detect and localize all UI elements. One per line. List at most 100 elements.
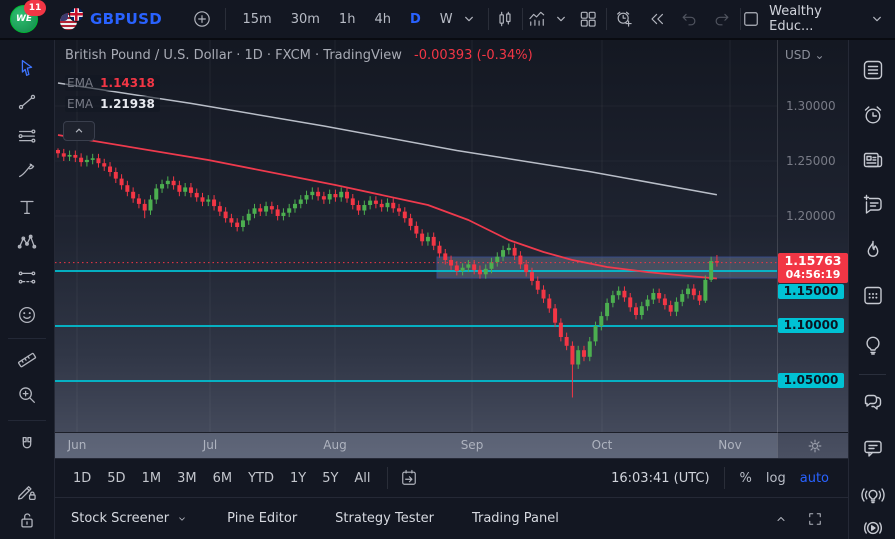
account-chevron-down-icon xyxy=(867,9,887,29)
bottom-tab-trading-panel[interactable]: Trading Panel xyxy=(472,511,559,526)
timeframe-button-d[interactable]: D xyxy=(408,8,423,31)
bar-countdown: 04:56:19 xyxy=(780,268,846,282)
range-button-ytd[interactable]: YTD xyxy=(242,468,280,489)
price-chart[interactable] xyxy=(55,40,848,458)
divider xyxy=(488,8,489,30)
time-scale[interactable]: JunJulAugSepOctNov xyxy=(55,432,777,458)
tool-projection-icon[interactable] xyxy=(8,261,46,295)
log-scale-button[interactable]: log xyxy=(759,468,793,489)
tool-trend-line-icon[interactable] xyxy=(8,85,46,119)
timeframe-button-15m[interactable]: 15m xyxy=(240,8,273,31)
percent-scale-button[interactable]: % xyxy=(733,468,759,489)
layout-account-menu[interactable]: Wealthy Educ... xyxy=(741,4,895,34)
sidebar-news-icon[interactable] xyxy=(858,145,888,175)
app-logo[interactable]: WE 11 xyxy=(10,5,38,33)
toolbar-divider xyxy=(8,338,46,339)
panel-fullscreen-icon[interactable] xyxy=(806,510,824,528)
symbol-compare-add-icon[interactable] xyxy=(188,4,216,34)
go-to-date-icon[interactable] xyxy=(394,463,424,493)
sidebar-live-icon[interactable] xyxy=(858,513,888,539)
sidebar-text-notes-icon[interactable] xyxy=(858,190,888,220)
top-toolbar: WE 11 GBPUSD 15m 30m 1h 4h DW Wealthy Educ..… xyxy=(0,0,895,40)
tool-text-icon[interactable] xyxy=(8,190,46,224)
divider xyxy=(387,467,388,489)
sidebar-streams-icon[interactable] xyxy=(858,480,888,510)
price-scale[interactable]: USD ⌄ 1.300001.250001.200001.150001.1000… xyxy=(777,40,848,432)
auto-scale-button[interactable]: auto xyxy=(793,468,836,489)
sidebar-dialogs-icon[interactable] xyxy=(858,433,888,463)
sidebar-watchlist-icon[interactable] xyxy=(858,55,888,85)
tool-emoji-icon[interactable] xyxy=(8,298,46,332)
divider xyxy=(724,467,725,489)
tradingview-app: WE 11 GBPUSD 15m 30m 1h 4h DW Wealthy Educ..… xyxy=(0,0,895,539)
bottom-tab-pine-editor[interactable]: Pine Editor xyxy=(227,511,297,526)
time-axis-month-label: Nov xyxy=(718,438,741,452)
tool-magnet-icon[interactable] xyxy=(8,428,46,462)
drawing-toolbar xyxy=(0,40,55,539)
level-price-label[interactable]: 1.10000 xyxy=(778,318,844,333)
tool-zoom-in-icon[interactable] xyxy=(8,378,46,412)
range-button-6m[interactable]: 6M xyxy=(207,468,239,489)
range-button-1y[interactable]: 1Y xyxy=(284,468,312,489)
chart-pane: British Pound / U.S. Dollar · 1D · FXCM … xyxy=(55,40,848,458)
level-price-label[interactable]: 1.05000 xyxy=(778,373,844,388)
create-alert-icon[interactable] xyxy=(610,4,638,34)
indicator-legend-ema-slow[interactable]: EMA1.21938 xyxy=(65,96,160,112)
range-button-1m[interactable]: 1M xyxy=(136,468,168,489)
timeframe-button-w[interactable]: W xyxy=(438,8,455,31)
sidebar-chats-icon[interactable] xyxy=(858,387,888,417)
tool-brush-icon[interactable] xyxy=(8,154,46,188)
timeframe-button-1h[interactable]: 1h xyxy=(337,8,358,31)
chart-settings-gear-icon[interactable] xyxy=(803,436,827,456)
chart-style-candles-icon[interactable] xyxy=(492,4,520,34)
price-tick: 1.25000 xyxy=(786,154,836,168)
redo-icon[interactable] xyxy=(709,4,737,34)
divider xyxy=(225,8,226,30)
symbol-description: British Pound / U.S. Dollar · 1D · FXCM … xyxy=(65,48,402,63)
bar-replay-icon[interactable] xyxy=(644,4,672,34)
undo-icon[interactable] xyxy=(675,4,703,34)
last-price-label[interactable]: 1.1576304:56:19 xyxy=(778,253,848,283)
sidebar-alerts-icon[interactable] xyxy=(858,100,888,130)
layout-grid-icon[interactable] xyxy=(575,4,603,34)
tool-lock-all-icon[interactable] xyxy=(8,503,46,537)
tab-list: Stock Screener Pine Editor Strategy Tester… xyxy=(55,511,559,526)
ema-label: EMA xyxy=(67,76,93,90)
timeframe-chevron-down-icon[interactable] xyxy=(459,9,479,29)
symbol-flags-icon xyxy=(60,7,84,31)
indicators-icon[interactable] xyxy=(523,4,551,34)
chart-legend[interactable]: British Pound / U.S. Dollar · 1D · FXCM … xyxy=(65,48,533,63)
tool-fib-retracement-icon[interactable] xyxy=(8,120,46,154)
tool-ruler-icon[interactable] xyxy=(8,343,46,377)
bottom-toolbar: 1D5D1M3M6MYTD1Y5YAll 16:03:41 (UTC) % lo… xyxy=(55,458,848,497)
sidebar-calendar-icon[interactable] xyxy=(858,280,888,310)
right-sidebar xyxy=(848,40,895,539)
time-axis-month-label: Jun xyxy=(68,438,87,452)
panel-collapse-chevron-up-icon[interactable] xyxy=(772,510,790,528)
price-tick: 1.30000 xyxy=(786,99,836,113)
range-button-all[interactable]: All xyxy=(348,468,376,489)
toolbar-divider xyxy=(8,420,46,421)
range-button-1d[interactable]: 1D xyxy=(67,468,97,489)
bottom-tab-strategy-tester[interactable]: Strategy Tester xyxy=(335,511,434,526)
time-axis-month-label: Jul xyxy=(203,438,217,452)
level-price-label[interactable]: 1.15000 xyxy=(778,284,844,299)
range-button-5y[interactable]: 5Y xyxy=(316,468,344,489)
tool-cursor-icon[interactable] xyxy=(8,51,46,85)
ema-slow-value: 1.21938 xyxy=(100,97,155,111)
range-button-5d[interactable]: 5D xyxy=(101,468,131,489)
sidebar-ideas-icon[interactable] xyxy=(858,330,888,360)
legend-collapse-button[interactable] xyxy=(63,121,95,141)
range-button-3m[interactable]: 3M xyxy=(171,468,203,489)
tool-xabcd-pattern-icon[interactable] xyxy=(8,226,46,260)
bottom-tab-stock-screener[interactable]: Stock Screener xyxy=(71,511,189,526)
timeframe-button-4h[interactable]: 4h xyxy=(372,8,393,31)
symbol-search-button[interactable]: GBPUSD xyxy=(90,10,162,28)
price-scale-currency[interactable]: USD ⌄ xyxy=(785,48,825,62)
indicator-legend-ema-fast[interactable]: EMA1.14318 xyxy=(65,75,160,91)
clock[interactable]: 16:03:41 (UTC) xyxy=(611,471,709,486)
timeframe-button-30m[interactable]: 30m xyxy=(289,8,322,31)
bottom-panel-tabs: Stock Screener Pine Editor Strategy Tester… xyxy=(55,497,848,539)
sidebar-hotlists-icon[interactable] xyxy=(858,235,888,265)
indicators-chevron-down-icon[interactable] xyxy=(551,9,571,29)
